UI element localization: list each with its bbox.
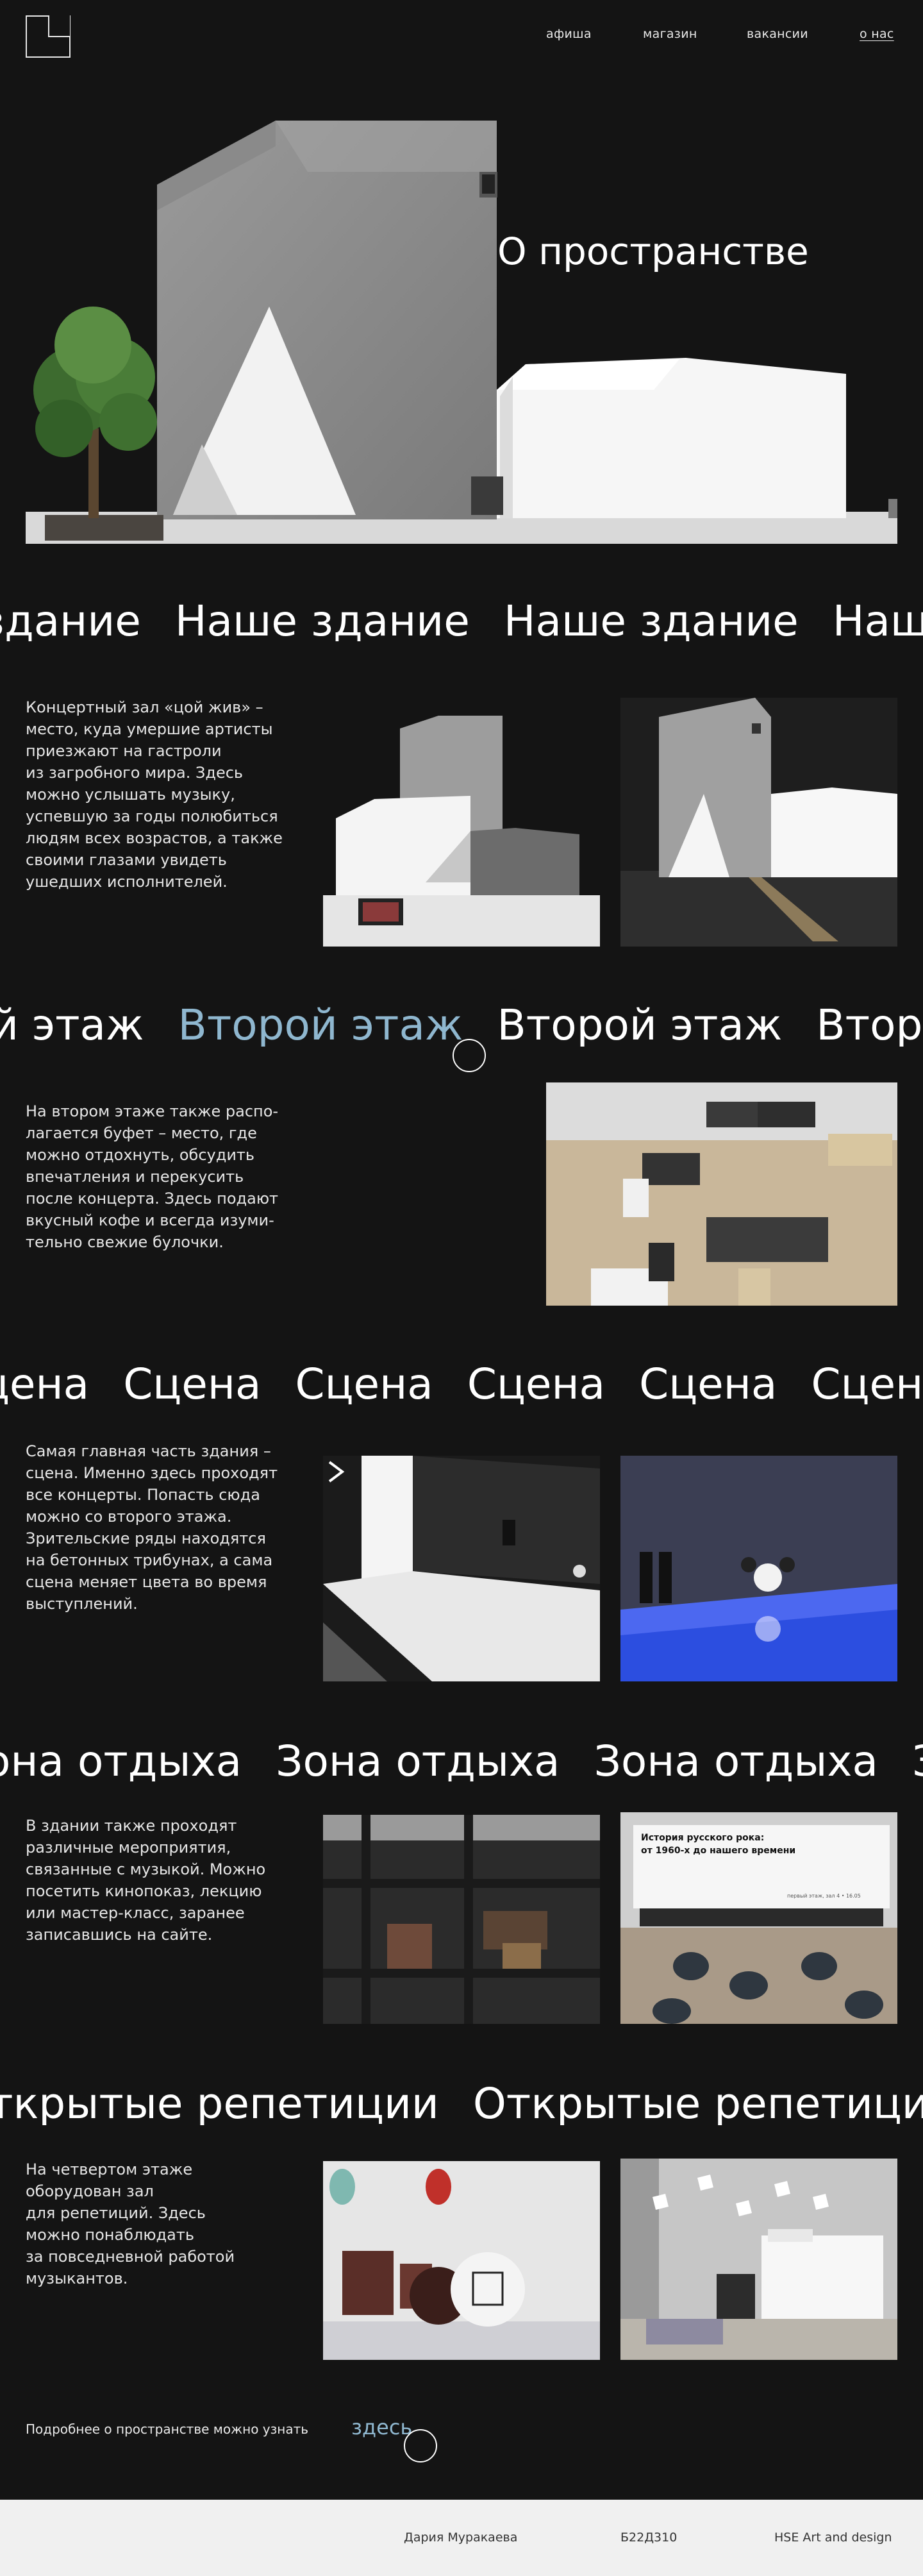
footer: Дария Муракаева Б22Д310 HSE Art and desi… — [0, 2500, 923, 2576]
logo-notch — [48, 15, 70, 37]
marquee-word: й этаж — [0, 1004, 144, 1047]
hero-building-render — [26, 121, 897, 544]
footer-author: Дария Муракаева — [404, 2530, 518, 2545]
marquee-word: Второй этаж — [497, 1004, 783, 1047]
marquee-word: Наше здание — [503, 600, 799, 643]
more-info-link[interactable]: здесь — [351, 2415, 412, 2439]
building-description: Концертный зал «цой жив» – место, куда у… — [26, 698, 283, 891]
cursor-ring-icon — [453, 1039, 486, 1072]
marquee-word: Открытые репетиции — [472, 2083, 923, 2125]
marquee-word: Сцена — [295, 1363, 433, 1406]
rehearsal-drums-render — [323, 2161, 600, 2360]
marquee-building: здание Наше здание Наше здание Наше — [0, 600, 923, 643]
marquee-rehearsals: ткрытые репетиции Открытые репетиции — [0, 2083, 923, 2125]
marquee-word: Второй — [816, 1004, 923, 1047]
marquee-stage: цена Сцена Сцена Сцена Сцена Сцен — [0, 1363, 923, 1406]
marquee-word: Сцена — [467, 1363, 606, 1406]
nav-about[interactable]: о нас — [860, 27, 894, 41]
second-floor-description: На втором этаже также распо- лагается бу… — [26, 1102, 279, 1251]
nav-afisha[interactable]: афиша — [546, 27, 592, 41]
marquee-word: Наше здание — [174, 600, 470, 643]
more-info-text: Подробнее о пространстве можно узнать — [26, 2421, 309, 2437]
lecture-poster-caption: первый этаж, зал 4 • 16.05 — [787, 1893, 861, 1899]
lounge-lecture-render: История русского рока: от 1960-х до наше… — [620, 1812, 897, 2024]
lecture-poster-title: История русского рока: от 1960-х до наше… — [641, 1833, 796, 1856]
rehearsal-room-render — [620, 2159, 897, 2360]
marquee-word: здание — [0, 600, 141, 643]
marquee-word: Зона отдыха — [594, 1740, 878, 1783]
footer-group: Б22Д310 — [620, 2530, 678, 2545]
marquee-word: Сцена — [639, 1363, 777, 1406]
marquee-word: Зо — [912, 1740, 923, 1783]
building-render-side — [323, 703, 600, 947]
marquee-word-highlight: Второй этаж — [178, 1004, 463, 1047]
marquee-word: она отдыха — [0, 1740, 242, 1783]
stage-description: Самая главная часть здания – сцена. Имен… — [26, 1442, 278, 1613]
marquee-word: ткрытые репетиции — [0, 2083, 439, 2125]
logo-icon[interactable] — [26, 15, 71, 58]
hero-title: О пространстве — [497, 230, 809, 273]
stage-render-light — [323, 1456, 600, 1681]
marquee-word: Зона отдыха — [276, 1740, 560, 1783]
footer-program: HSE Art and design — [774, 2530, 892, 2545]
cursor-ring-icon — [404, 2429, 437, 2462]
lounge-description: В здании также проходят различные меропр… — [26, 1817, 266, 1944]
marquee-word: Сцена — [123, 1363, 262, 1406]
marquee-word: Наше — [832, 600, 923, 643]
building-render-night — [620, 698, 897, 947]
stage-render-blue — [620, 1456, 897, 1681]
nav-vacancies[interactable]: вакансии — [747, 27, 808, 41]
nav-shop[interactable]: магазин — [643, 27, 697, 41]
marquee-word: Сцен — [811, 1363, 923, 1406]
marquee-lounge: она отдыха Зона отдыха Зона отдыха Зо — [0, 1740, 923, 1783]
cafe-render — [546, 1082, 897, 1306]
rehearsals-description: На четвертом этаже оборудован зал для ре… — [26, 2160, 235, 2287]
lounge-shelves-render — [323, 1815, 600, 2024]
marquee-word: цена — [0, 1363, 90, 1406]
